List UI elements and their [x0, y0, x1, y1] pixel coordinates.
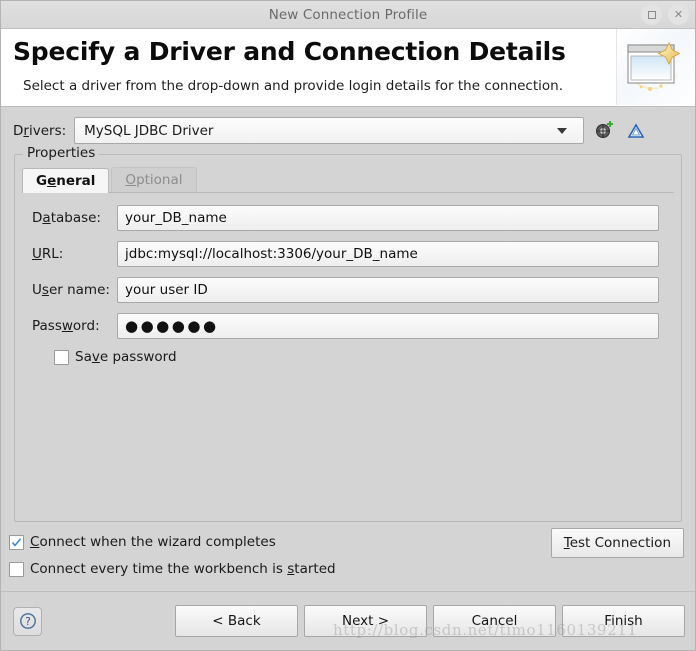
- password-value: ●●●●●●: [125, 316, 219, 335]
- general-tab-panel: Database: your_DB_name URL: jdbc:mysql:/…: [22, 193, 674, 365]
- check-icon: [11, 537, 22, 547]
- new-connection-wizard-banner-icon: [616, 29, 695, 105]
- page-subtitle: Select a driver from the drop-down and p…: [23, 78, 563, 94]
- finish-button[interactable]: Finish: [562, 605, 685, 637]
- window-title: New Connection Profile: [268, 6, 428, 23]
- save-password-checkbox[interactable]: [54, 349, 69, 365]
- save-password-row[interactable]: Save password: [54, 349, 664, 365]
- test-connection-button[interactable]: Test Connection: [550, 528, 684, 558]
- page-title: Specify a Driver and Connection Details: [13, 37, 566, 66]
- database-field-row: Database: your_DB_name: [32, 205, 664, 231]
- drivers-label: Drivers:: [13, 122, 67, 139]
- title-bar: New Connection Profile ✕: [1, 1, 695, 29]
- wizard-header: Specify a Driver and Connection Details …: [1, 29, 695, 107]
- drivers-combobox[interactable]: MySQL JDBC Driver: [74, 117, 585, 144]
- properties-group: Properties General Optional Database: yo…: [14, 145, 682, 522]
- new-connection-profile-dialog: New Connection Profile ✕ Specify a Drive…: [0, 0, 696, 651]
- database-value: your_DB_name: [125, 210, 227, 226]
- url-field-row: URL: jdbc:mysql://localhost:3306/your_DB…: [32, 241, 664, 267]
- question-mark-icon: ?: [19, 613, 36, 629]
- maximize-icon[interactable]: [641, 4, 662, 25]
- cancel-button[interactable]: Cancel: [433, 605, 556, 637]
- window-controls: ✕: [641, 4, 689, 25]
- svg-text:?: ?: [25, 616, 31, 628]
- connect-on-finish-checkbox[interactable]: [9, 534, 24, 550]
- tabs-container: General Optional Database: your_DB_name …: [15, 155, 681, 365]
- password-label: Password:: [32, 318, 100, 334]
- back-button[interactable]: < Back: [175, 605, 298, 637]
- url-value: jdbc:mysql://localhost:3306/your_DB_name: [125, 246, 418, 262]
- connect-on-startup-checkbox[interactable]: [9, 561, 24, 577]
- drivers-selected-value: MySQL JDBC Driver: [84, 122, 214, 139]
- tabstrip: General Optional: [22, 167, 674, 193]
- connect-on-startup-label: Connect every time the workbench is star…: [30, 561, 336, 577]
- password-input[interactable]: ●●●●●●: [117, 313, 659, 339]
- help-button[interactable]: ?: [13, 606, 42, 636]
- username-label: User name:: [32, 282, 110, 298]
- properties-legend: Properties: [23, 145, 100, 161]
- chevron-down-icon: [557, 127, 568, 134]
- url-input[interactable]: jdbc:mysql://localhost:3306/your_DB_name: [117, 241, 659, 267]
- connect-on-finish-label: Connect when the wizard completes: [30, 534, 276, 550]
- wizard-buttons: < Back Next > Cancel Finish: [175, 605, 685, 637]
- connect-on-startup-row[interactable]: Connect every time the workbench is star…: [9, 561, 682, 577]
- bottom-options: Connect when the wizard completes Connec…: [1, 522, 695, 577]
- tab-optional[interactable]: Optional: [111, 167, 197, 192]
- tab-general[interactable]: General: [22, 168, 110, 193]
- close-icon[interactable]: ✕: [668, 4, 689, 25]
- password-field-row: Password: ●●●●●●: [32, 313, 664, 339]
- username-value: your user ID: [125, 282, 208, 298]
- database-input[interactable]: your_DB_name: [117, 205, 659, 231]
- username-field-row: User name: your user ID: [32, 277, 664, 303]
- new-driver-definition-icon[interactable]: [592, 119, 616, 143]
- edit-driver-definition-icon[interactable]: [624, 119, 648, 143]
- username-input[interactable]: your user ID: [117, 277, 659, 303]
- next-button[interactable]: Next >: [304, 605, 427, 637]
- database-label: Database:: [32, 210, 101, 226]
- save-password-label: Save password: [75, 349, 177, 365]
- drivers-row: Drivers: MySQL JDBC Driver: [1, 107, 695, 150]
- footer: ? < Back Next > Cancel Finish: [1, 592, 695, 650]
- url-label: URL:: [32, 246, 64, 262]
